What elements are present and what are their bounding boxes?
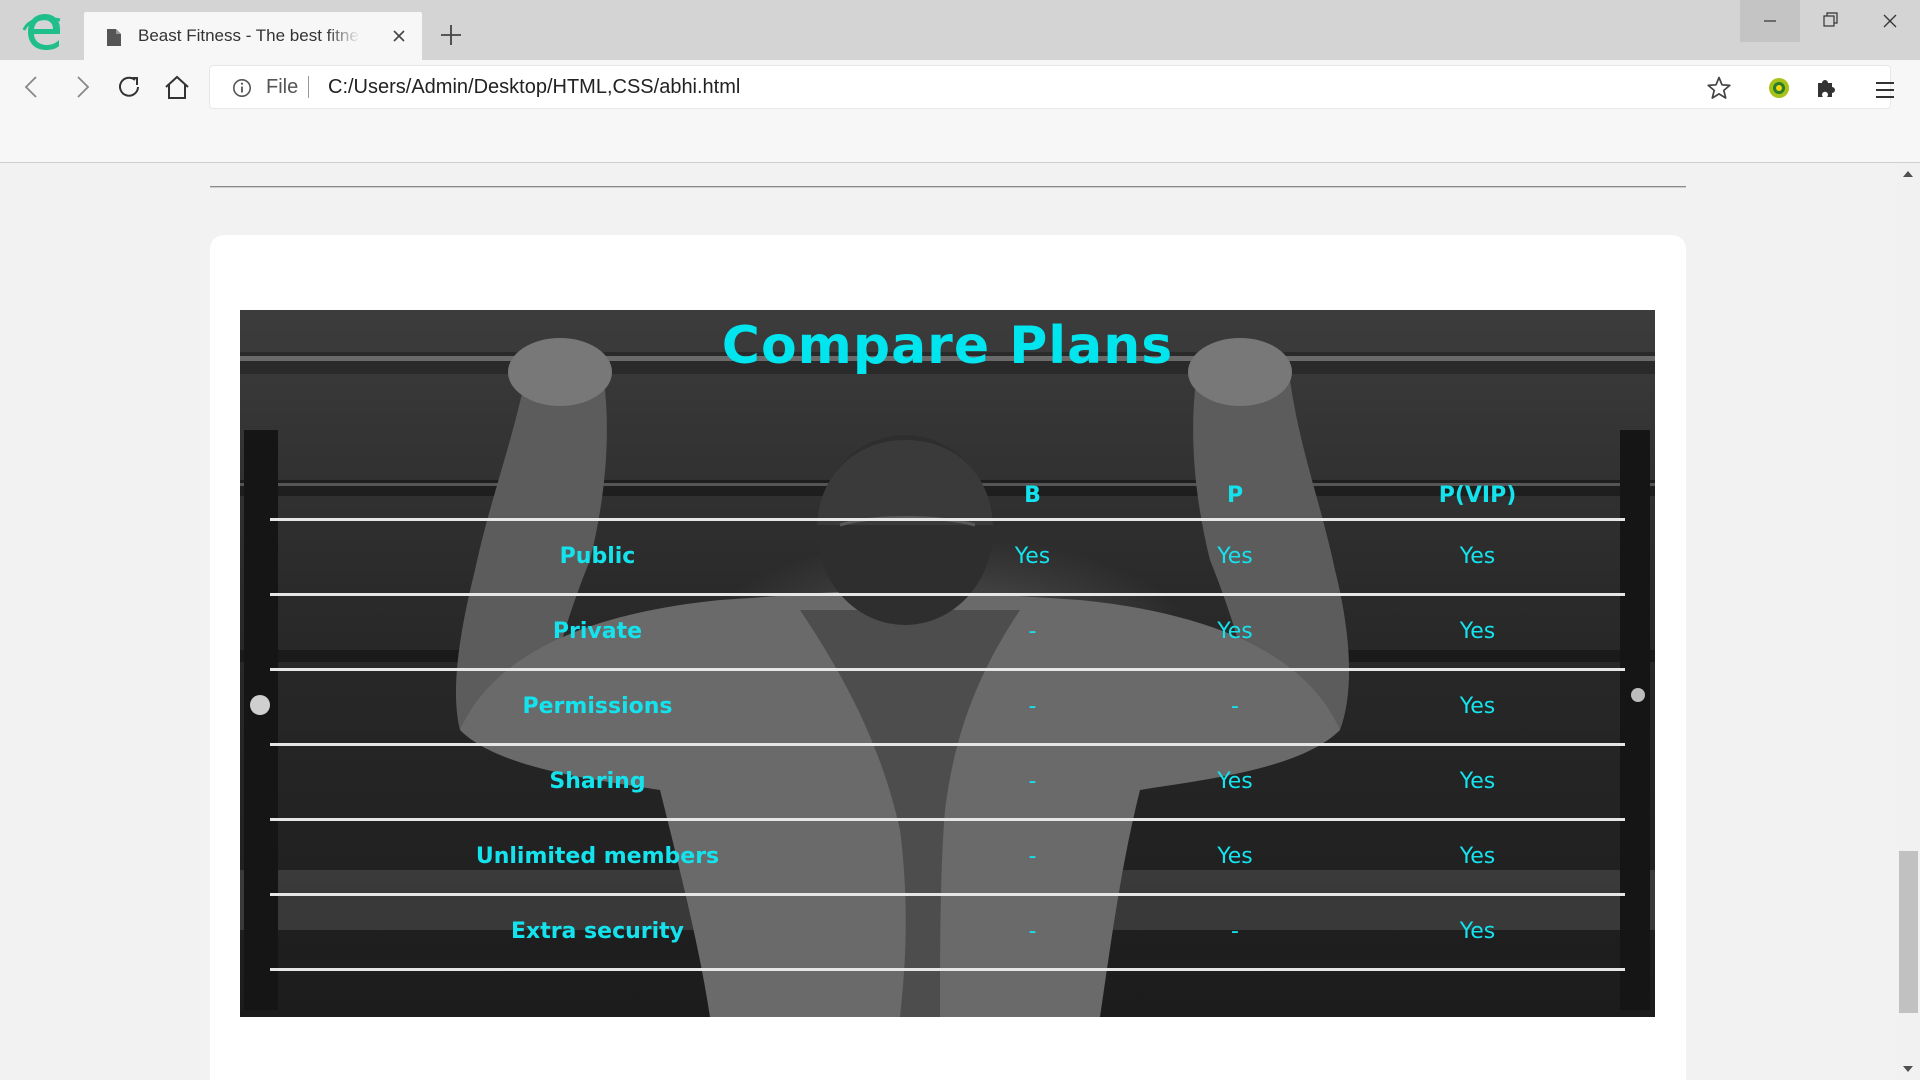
- minimize-window-button[interactable]: [1740, 0, 1800, 42]
- close-icon[interactable]: [388, 25, 410, 47]
- header-plan-p: P: [1226, 482, 1244, 508]
- feature-label: Sharing: [549, 769, 646, 794]
- table-row: Public Yes Yes Yes: [270, 519, 1625, 594]
- plan-vip-value: Yes: [1459, 694, 1496, 719]
- plan-p-value: Yes: [1217, 844, 1253, 869]
- plan-vip-value: Yes: [1459, 769, 1496, 794]
- header-plan-vip: P(VIP): [1438, 482, 1517, 508]
- reload-icon[interactable]: [114, 72, 144, 102]
- browser-tab-active[interactable]: Beast Fitness - The best fitness: [84, 12, 422, 60]
- edge-like-logo-icon[interactable]: [22, 10, 64, 52]
- plan-p-value: Yes: [1217, 544, 1253, 569]
- header-feature: [270, 473, 925, 519]
- address-scheme-label: File: [266, 76, 299, 98]
- plan-p-value: Yes: [1217, 769, 1253, 794]
- info-icon[interactable]: [232, 78, 252, 98]
- plan-p-value: Yes: [1217, 619, 1253, 644]
- compare-plans-section: Compare Plans B P P(VIP) Public Yes Yes …: [240, 310, 1655, 1017]
- plan-b-value: -: [1028, 769, 1037, 794]
- feature-label: Public: [559, 544, 636, 569]
- page-scrollbar[interactable]: [1897, 163, 1920, 1080]
- hamburger-icon[interactable]: [1873, 78, 1897, 102]
- toolbar-spacer: [0, 114, 1920, 163]
- feature-label: Extra security: [510, 919, 685, 944]
- address-bar[interactable]: File C:/Users/Admin/Desktop/HTML,CSS/abh…: [210, 66, 1890, 108]
- table-header-row: B P P(VIP): [270, 473, 1625, 519]
- table-row: Permissions - - Yes: [270, 669, 1625, 744]
- feature-label: Unlimited members: [475, 844, 720, 869]
- plan-b-value: Yes: [1014, 544, 1051, 569]
- browser-toolbar: File C:/Users/Admin/Desktop/HTML,CSS/abh…: [0, 60, 1920, 114]
- plan-b-value: -: [1028, 844, 1037, 869]
- scroll-up-arrow-icon[interactable]: [1903, 171, 1913, 177]
- browser-tab-bar: Beast Fitness - The best fitness: [0, 0, 1920, 60]
- plan-b-value: -: [1028, 919, 1037, 944]
- plan-p-value: -: [1231, 919, 1239, 944]
- close-window-button[interactable]: [1860, 0, 1920, 42]
- plan-vip-value: Yes: [1459, 844, 1496, 869]
- feature-label: Private: [552, 619, 643, 644]
- chevron-right-icon[interactable]: [67, 72, 97, 102]
- puzzle-icon[interactable]: [1814, 76, 1838, 100]
- chevron-left-icon[interactable]: [17, 72, 47, 102]
- plan-p-value: -: [1231, 694, 1239, 719]
- table-row: Sharing - Yes Yes: [270, 744, 1625, 819]
- document-icon: [107, 29, 121, 46]
- scroll-thumb[interactable]: [1899, 851, 1918, 1013]
- plus-icon[interactable]: [438, 22, 464, 48]
- table-row: Extra security - - Yes: [270, 894, 1625, 969]
- feature-label: Permissions: [522, 694, 673, 719]
- plan-vip-value: Yes: [1459, 919, 1496, 944]
- extension-icon[interactable]: [1767, 76, 1791, 100]
- address-url[interactable]: C:/Users/Admin/Desktop/HTML,CSS/abhi.htm…: [328, 76, 740, 99]
- home-icon[interactable]: [162, 72, 192, 102]
- page-viewport[interactable]: Compare Plans B P P(VIP) Public Yes Yes …: [0, 163, 1897, 1080]
- restore-window-button[interactable]: [1800, 0, 1860, 42]
- plan-vip-value: Yes: [1459, 619, 1496, 644]
- table-row: Unlimited members - Yes Yes: [270, 819, 1625, 894]
- tab-title: Beast Fitness - The best fitness: [138, 26, 360, 45]
- plan-b-value: -: [1028, 694, 1037, 719]
- section-divider: [210, 186, 1686, 188]
- compare-plans-table: B P P(VIP) Public Yes Yes Yes Private - …: [270, 473, 1625, 971]
- address-separator: [308, 76, 309, 98]
- star-icon[interactable]: [1706, 75, 1732, 101]
- compare-plans-title: Compare Plans: [721, 316, 1174, 376]
- plan-b-value: -: [1028, 619, 1037, 644]
- header-plan-b: B: [1024, 482, 1041, 508]
- plan-vip-value: Yes: [1459, 544, 1496, 569]
- table-row: Private - Yes Yes: [270, 594, 1625, 669]
- scroll-down-arrow-icon[interactable]: [1903, 1066, 1913, 1072]
